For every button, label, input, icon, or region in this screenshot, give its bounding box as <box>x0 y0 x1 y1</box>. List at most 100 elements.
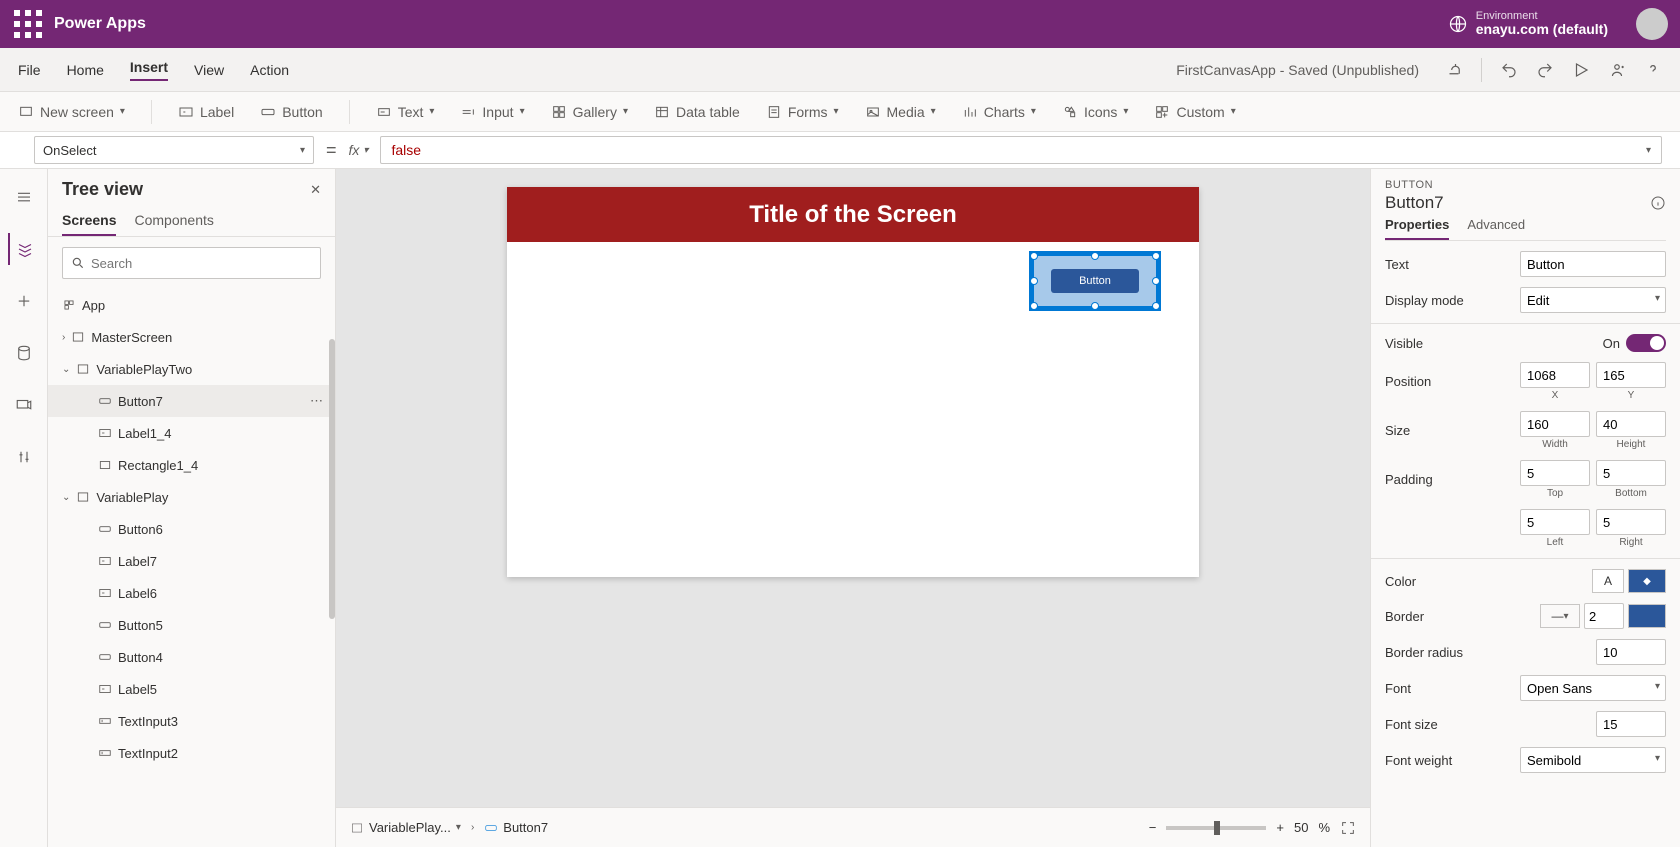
menu-action[interactable]: Action <box>250 62 289 78</box>
zoom-slider[interactable] <box>1166 826 1266 830</box>
waffle-icon[interactable] <box>12 8 44 40</box>
close-icon[interactable]: ✕ <box>310 182 321 198</box>
border-color-swatch[interactable] <box>1628 604 1666 628</box>
charts-dropdown[interactable]: Charts▾ <box>962 104 1036 120</box>
tree-masterscreen[interactable]: ›MasterScreen <box>48 321 335 353</box>
input-dropdown[interactable]: Input▾ <box>460 104 524 120</box>
position-x-input[interactable] <box>1520 362 1590 388</box>
tree-variableplay[interactable]: ⌄VariablePlay <box>48 481 335 513</box>
selected-button[interactable]: Button <box>1029 251 1161 311</box>
tree-textinput2[interactable]: TextInput2 <box>48 737 335 769</box>
new-screen-button[interactable]: New screen▾ <box>18 104 125 120</box>
padding-bottom-input[interactable] <box>1596 460 1666 486</box>
visible-toggle[interactable] <box>1626 334 1666 352</box>
menu-insert[interactable]: Insert <box>130 59 168 81</box>
fontweight-input[interactable] <box>1520 747 1666 773</box>
media-rail-icon[interactable] <box>8 389 40 421</box>
search-icon <box>71 256 85 270</box>
more-icon[interactable]: ⋯ <box>310 393 323 409</box>
icons-dropdown[interactable]: Icons▾ <box>1062 104 1129 120</box>
font-input[interactable] <box>1520 675 1666 701</box>
datatable-button[interactable]: Data table <box>654 104 740 120</box>
screen-title-bar[interactable]: Title of the Screen <box>507 187 1199 242</box>
scrollbar[interactable] <box>329 339 335 619</box>
font-color-swatch[interactable]: A <box>1592 569 1624 593</box>
fill-color-swatch[interactable]: ◆ <box>1628 569 1666 593</box>
prop-text-label: Text <box>1385 257 1409 272</box>
border-width-input[interactable] <box>1584 603 1624 629</box>
menu-file[interactable]: File <box>18 62 41 78</box>
left-rail <box>0 169 48 847</box>
advanced-tools-icon[interactable] <box>8 441 40 473</box>
user-avatar[interactable] <box>1636 8 1668 40</box>
breadcrumb-control[interactable]: Button7 <box>484 820 548 835</box>
undo-icon[interactable] <box>1500 61 1518 79</box>
tree-button4[interactable]: Button4 <box>48 641 335 673</box>
screen-preview[interactable]: Title of the Screen Button <box>507 187 1199 577</box>
zoom-out-icon[interactable]: − <box>1149 820 1157 835</box>
tab-properties[interactable]: Properties <box>1385 217 1449 240</box>
tab-screens[interactable]: Screens <box>62 212 116 236</box>
app-title: Power Apps <box>54 15 146 33</box>
tree-search[interactable] <box>62 247 321 279</box>
size-width-input[interactable] <box>1520 411 1590 437</box>
tree-label6[interactable]: Label6 <box>48 577 335 609</box>
position-y-input[interactable] <box>1596 362 1666 388</box>
size-height-input[interactable] <box>1596 411 1666 437</box>
fontsize-input[interactable] <box>1596 711 1666 737</box>
breadcrumb-screen[interactable]: VariablePlay...▾ <box>350 820 461 835</box>
fx-label[interactable]: fx▾ <box>349 142 369 158</box>
forms-dropdown[interactable]: Forms▾ <box>766 104 839 120</box>
share-icon[interactable] <box>1608 61 1626 79</box>
prop-size-label: Size <box>1385 423 1410 438</box>
tree-label1_4[interactable]: Label1_4 <box>48 417 335 449</box>
tree-label7[interactable]: Label7 <box>48 545 335 577</box>
prop-displaymode-input[interactable] <box>1520 287 1666 313</box>
insert-icon[interactable] <box>8 285 40 317</box>
menu-view[interactable]: View <box>194 62 224 78</box>
control-name: Button7 <box>1385 193 1444 213</box>
search-input[interactable] <box>91 256 312 271</box>
fit-icon[interactable] <box>1340 820 1356 836</box>
button-button[interactable]: Button <box>260 104 322 120</box>
prop-border-label: Border <box>1385 609 1424 624</box>
play-icon[interactable] <box>1572 61 1590 79</box>
hamburger-icon[interactable] <box>8 181 40 213</box>
padding-right-input[interactable] <box>1596 509 1666 535</box>
tree-button6[interactable]: Button6 <box>48 513 335 545</box>
menu-home[interactable]: Home <box>67 62 104 78</box>
prop-text-input[interactable] <box>1520 251 1666 277</box>
border-style-picker[interactable]: — ▾ <box>1540 604 1580 628</box>
tab-advanced[interactable]: Advanced <box>1467 217 1525 240</box>
gallery-dropdown[interactable]: Gallery▾ <box>551 104 628 120</box>
tab-components[interactable]: Components <box>134 212 213 236</box>
tree-button5[interactable]: Button5 <box>48 609 335 641</box>
zoom-value: 50 <box>1294 820 1308 835</box>
border-radius-input[interactable] <box>1596 639 1666 665</box>
custom-dropdown[interactable]: Custom▾ <box>1154 104 1235 120</box>
info-icon[interactable] <box>1650 195 1666 211</box>
formula-input[interactable]: false▾ <box>380 136 1662 164</box>
data-icon[interactable] <box>8 337 40 369</box>
padding-left-input[interactable] <box>1520 509 1590 535</box>
tree-app[interactable]: App <box>48 289 335 321</box>
media-dropdown[interactable]: Media▾ <box>865 104 936 120</box>
padding-top-input[interactable] <box>1520 460 1590 486</box>
tree-button7[interactable]: Button7⋯ <box>48 385 335 417</box>
tree-rectangle1_4[interactable]: Rectangle1_4 <box>48 449 335 481</box>
app-status: FirstCanvasApp - Saved (Unpublished) <box>1176 62 1419 78</box>
control-type: BUTTON <box>1385 179 1666 191</box>
tree-variableplaytwo[interactable]: ⌄VariablePlayTwo <box>48 353 335 385</box>
environment-picker[interactable]: Environment enayu.com (default) <box>1448 10 1608 37</box>
redo-icon[interactable] <box>1536 61 1554 79</box>
text-dropdown[interactable]: Text▾ <box>376 104 435 120</box>
tree-label5[interactable]: Label5 <box>48 673 335 705</box>
property-selector[interactable]: OnSelect▾ <box>34 136 314 164</box>
environment-icon <box>1448 14 1468 34</box>
label-button[interactable]: Label <box>178 104 234 120</box>
app-checker-icon[interactable] <box>1445 61 1463 79</box>
help-icon[interactable] <box>1644 61 1662 79</box>
tree-textinput3[interactable]: TextInput3 <box>48 705 335 737</box>
zoom-in-icon[interactable]: + <box>1276 820 1284 835</box>
tree-view-icon[interactable] <box>8 233 40 265</box>
